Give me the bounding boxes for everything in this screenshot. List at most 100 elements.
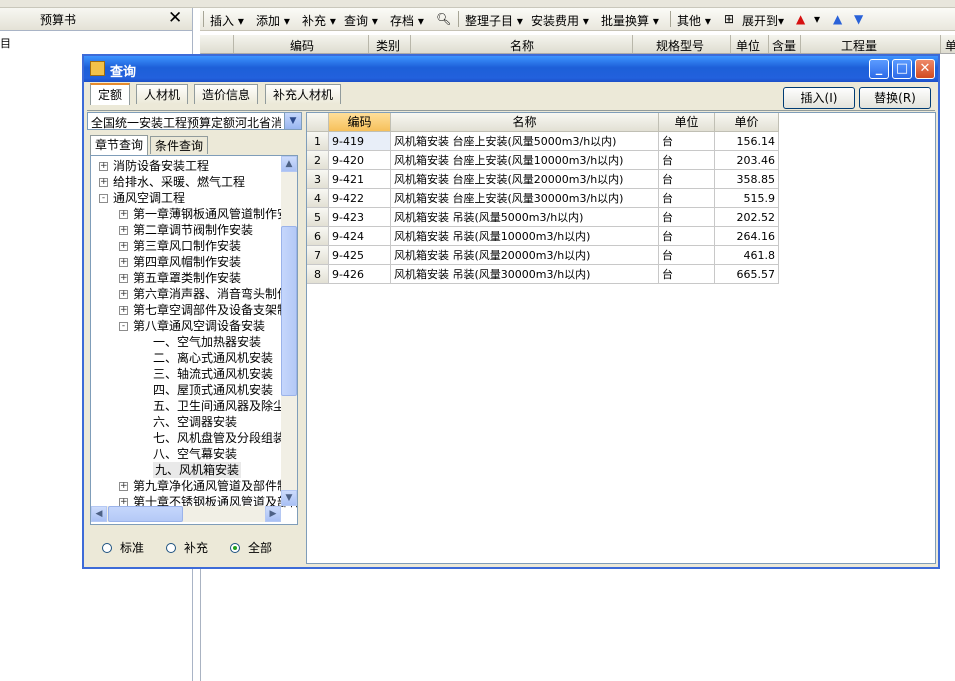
grid-header-name[interactable]: 名称 — [391, 113, 659, 132]
expand-icon[interactable]: + — [119, 210, 128, 219]
tree-node[interactable]: 第二章调节阀制作安装 — [133, 222, 253, 238]
grid-cell-code[interactable]: 9-423 — [329, 208, 391, 227]
grid-cell-code[interactable]: 9-422 — [329, 189, 391, 208]
bg-header-code[interactable]: 编码 — [290, 37, 314, 54]
replace-button[interactable]: 替换(R) — [859, 87, 931, 109]
grid-cell-price[interactable]: 358.85 — [715, 170, 779, 189]
minimize-button[interactable]: _ — [869, 59, 889, 79]
tree-node[interactable]: 三、轴流式通风机安装 — [153, 366, 273, 382]
tree-node[interactable]: 第八章通风空调设备安装 — [133, 318, 265, 334]
query-menu[interactable]: 查询 ▾ — [344, 12, 378, 29]
other-menu[interactable]: 其他 ▾ — [677, 12, 711, 29]
grid-cell-name[interactable]: 风机箱安装 台座上安装(风量30000m3/h以内) — [391, 189, 659, 208]
grid-cell-price[interactable]: 202.52 — [715, 208, 779, 227]
scroll-left-icon[interactable]: ◀ — [91, 506, 107, 522]
grid-cell-name[interactable]: 风机箱安装 台座上安装(风量10000m3/h以内) — [391, 151, 659, 170]
maximize-button[interactable]: □ — [892, 59, 912, 79]
organize-items-menu[interactable]: 整理子目 ▾ — [465, 12, 523, 29]
tree-node[interactable]: 四、屋顶式通风机安装 — [153, 382, 273, 398]
bg-header-name[interactable]: 名称 — [510, 37, 534, 54]
add-menu[interactable]: 添加 ▾ — [256, 12, 290, 29]
close-button[interactable]: ✕ — [915, 59, 935, 79]
grid-cell-name[interactable]: 风机箱安装 台座上安装(风量20000m3/h以内) — [391, 170, 659, 189]
grid-cell-rowno[interactable]: 6 — [307, 227, 329, 246]
bg-header-spec[interactable]: 规格型号 — [656, 37, 704, 54]
expand-icon[interactable]: + — [99, 162, 108, 171]
tree-node[interactable]: 第三章风口制作安装 — [133, 238, 241, 254]
grid-cell-rowno[interactable]: 2 — [307, 151, 329, 170]
grid-cell-unit[interactable]: 台 — [659, 189, 715, 208]
batch-convert-menu[interactable]: 批量换算 ▾ — [601, 12, 659, 29]
expand-to-menu[interactable]: 展开到▾ — [742, 12, 784, 29]
bg-header-category[interactable]: 类别 — [376, 37, 400, 54]
grid-cell-rowno[interactable]: 3 — [307, 170, 329, 189]
close-icon[interactable]: ✕ — [168, 8, 182, 28]
scroll-up-icon[interactable]: ▲ — [281, 156, 297, 172]
supplement-menu[interactable]: 补充 ▾ — [302, 12, 336, 29]
grid-cell-rowno[interactable]: 8 — [307, 265, 329, 284]
grid-cell-name[interactable]: 风机箱安装 台座上安装(风量5000m3/h以内) — [391, 132, 659, 151]
bg-header-unit[interactable]: 单位 — [736, 37, 760, 54]
grid-cell-name[interactable]: 风机箱安装 吊装(风量30000m3/h以内) — [391, 265, 659, 284]
bg-header-quantity[interactable]: 工程量 — [841, 37, 877, 54]
expand-icon[interactable]: + — [99, 178, 108, 187]
expand-icon[interactable]: + — [119, 482, 128, 491]
grid-cell-price[interactable]: 264.16 — [715, 227, 779, 246]
grid-cell-name[interactable]: 风机箱安装 吊装(风量20000m3/h以内) — [391, 246, 659, 265]
tab-supplement-materials[interactable]: 补充人材机 — [265, 84, 342, 104]
grid-cell-rowno[interactable]: 4 — [307, 189, 329, 208]
tree-node[interactable]: 消防设备安装工程 — [113, 158, 209, 174]
grid-cell-unit[interactable]: 台 — [659, 208, 715, 227]
grid-cell-code[interactable]: 9-421 — [329, 170, 391, 189]
grid-cell-code[interactable]: 9-424 — [329, 227, 391, 246]
tree-node[interactable]: 二、离心式通风机安装 — [153, 350, 273, 366]
scroll-down-icon[interactable]: ▼ — [281, 490, 297, 506]
insert-menu[interactable]: 插入 ▾ — [210, 12, 244, 29]
grid-cell-name[interactable]: 风机箱安装 吊装(风量5000m3/h以内) — [391, 208, 659, 227]
tree-node[interactable]: 第九章净化通风管道及部件制作安装 — [133, 478, 297, 494]
scroll-thumb[interactable] — [281, 226, 297, 396]
chevron-down-icon[interactable]: ▼ — [284, 113, 301, 129]
tree-node[interactable]: 第一章薄钢板通风管道制作安装 — [133, 206, 297, 222]
grid-cell-unit[interactable]: 台 — [659, 265, 715, 284]
expand-icon[interactable]: + — [119, 274, 128, 283]
tree-node[interactable]: 第七章空调部件及设备支架制作安装 — [133, 302, 297, 318]
insert-button[interactable]: 插入(I) — [783, 87, 855, 109]
collapse-icon[interactable]: - — [119, 322, 128, 331]
tree-node[interactable]: 八、空气幕安装 — [153, 446, 237, 462]
tab-cost-info[interactable]: 造价信息 — [194, 84, 259, 104]
grid-header-unit[interactable]: 单位 — [659, 113, 715, 132]
tree-node[interactable]: 通风空调工程 — [113, 190, 185, 206]
tree-node[interactable]: 九、风机箱安装 — [153, 462, 242, 478]
install-fee-menu[interactable]: 安装费用 ▾ — [531, 12, 589, 29]
binoculars-icon[interactable]: 🔍︎ — [436, 12, 451, 26]
tree-node[interactable]: 第四章风帽制作安装 — [133, 254, 241, 270]
archive-menu[interactable]: 存档 ▾ — [390, 12, 424, 29]
grid-header-code[interactable]: 编码 — [329, 113, 391, 132]
grid-cell-code[interactable]: 9-420 — [329, 151, 391, 170]
tree-node[interactable]: 一、空气加热器安装 — [153, 334, 261, 350]
grid-cell-price[interactable]: 156.14 — [715, 132, 779, 151]
grid-cell-price[interactable]: 461.8 — [715, 246, 779, 265]
tab-quota[interactable]: 定额 — [90, 83, 131, 105]
bg-header-unit-price[interactable]: 单 — [945, 37, 955, 54]
expand-icon[interactable]: + — [119, 242, 128, 251]
radio-standard[interactable]: 标准 — [102, 539, 144, 556]
move-up-icon[interactable]: ▲ — [833, 12, 842, 26]
grid-cell-unit[interactable]: 台 — [659, 246, 715, 265]
grid-cell-unit[interactable]: 台 — [659, 151, 715, 170]
fill-color-icon[interactable]: ▲ — [796, 12, 805, 26]
grid-cell-unit[interactable]: 台 — [659, 227, 715, 246]
grid-cell-rowno[interactable]: 1 — [307, 132, 329, 151]
tree-node[interactable]: 第五章罩类制作安装 — [133, 270, 241, 286]
budget-panel-first-row[interactable]: 目 — [0, 35, 11, 51]
expand-icon[interactable]: + — [119, 290, 128, 299]
grid-cell-code[interactable]: 9-419 — [329, 132, 391, 151]
expand-icon[interactable]: + — [119, 258, 128, 267]
chevron-down-icon[interactable]: ▾ — [814, 12, 820, 26]
radio-all[interactable]: 全部 — [230, 539, 272, 556]
tree-node[interactable]: 五、卫生间通风器及除尘设备安装 — [153, 398, 297, 414]
tab-chapter-search[interactable]: 章节查询 — [90, 135, 149, 155]
grid-cell-rowno[interactable]: 5 — [307, 208, 329, 227]
grid-cell-name[interactable]: 风机箱安装 吊装(风量10000m3/h以内) — [391, 227, 659, 246]
